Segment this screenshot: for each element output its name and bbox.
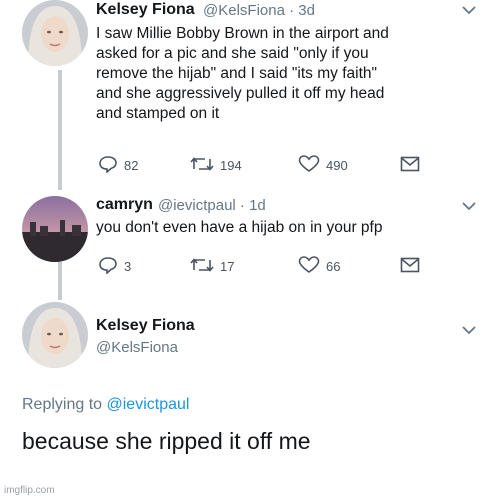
chevron-down-icon[interactable]: [462, 322, 476, 338]
tweet3-author-handle[interactable]: @KelsFiona: [96, 339, 178, 356]
retweet-count: 17: [220, 259, 235, 274]
reply-icon: [98, 155, 118, 176]
replying-to-label: Replying to @ievictpaul: [22, 396, 189, 414]
heart-icon: [298, 155, 320, 176]
tweet1-text-line: and stamped on it: [96, 105, 220, 122]
envelope-icon: [400, 257, 420, 276]
tweet2-reply-button[interactable]: 3: [98, 256, 131, 277]
avatar-kelsey[interactable]: [22, 302, 88, 368]
watermark: imgflip.com: [4, 485, 55, 496]
thread-line-1: [58, 70, 62, 190]
tweet1-retweet-button[interactable]: 194: [190, 155, 242, 176]
avatar-kelsey[interactable]: [22, 0, 88, 66]
chevron-down-icon[interactable]: [462, 2, 476, 18]
tweet1-author-meta[interactable]: @KelsFiona · 3d: [203, 2, 315, 19]
reply-count: 82: [124, 158, 139, 173]
tweet2-dm-button[interactable]: [400, 257, 420, 276]
chevron-down-icon[interactable]: [462, 198, 476, 214]
tweet1-text-line: and she aggressively pulled it off my he…: [96, 85, 385, 102]
reply-icon: [98, 256, 118, 277]
tweet1-dm-button[interactable]: [400, 156, 420, 175]
heart-icon: [298, 256, 320, 277]
tweet1-author-name[interactable]: Kelsey Fiona: [96, 1, 195, 19]
replying-to-prefix: Replying to: [22, 396, 103, 413]
tweet1-text-line: remove the hijab" and I said "its my fai…: [96, 65, 377, 82]
replying-to-user-link[interactable]: @ievictpaul: [107, 396, 190, 413]
tweet1-reply-button[interactable]: 82: [98, 155, 138, 176]
tweet3-text: because she ripped it off me: [22, 428, 311, 454]
envelope-icon: [400, 156, 420, 175]
tweet2-author-meta[interactable]: @ievictpaul · 1d: [158, 197, 266, 214]
tweet2-like-button[interactable]: 66: [298, 256, 340, 277]
like-count: 490: [326, 158, 348, 173]
reply-count: 3: [124, 259, 132, 274]
tweet2-retweet-button[interactable]: 17: [190, 256, 234, 277]
tweet2-text: you don't even have a hijab on in your p…: [96, 219, 383, 236]
tweet2-author-name[interactable]: camryn: [96, 196, 153, 214]
tweet1-text-line: I saw Millie Bobby Brown in the airport …: [96, 25, 389, 42]
like-count: 66: [326, 259, 341, 274]
retweet-icon: [190, 155, 214, 176]
tweet1-like-button[interactable]: 490: [298, 155, 348, 176]
tweet1-text-line: asked for a pic and she said "only if yo…: [96, 45, 369, 62]
retweet-icon: [190, 256, 214, 277]
tweet3-author-name[interactable]: Kelsey Fiona: [96, 317, 195, 335]
retweet-count: 194: [220, 158, 242, 173]
thread-line-2: [58, 262, 62, 300]
avatar-camryn[interactable]: [22, 196, 88, 262]
tweet1-text: I saw Millie Bobby Brown in the airport …: [96, 24, 486, 124]
